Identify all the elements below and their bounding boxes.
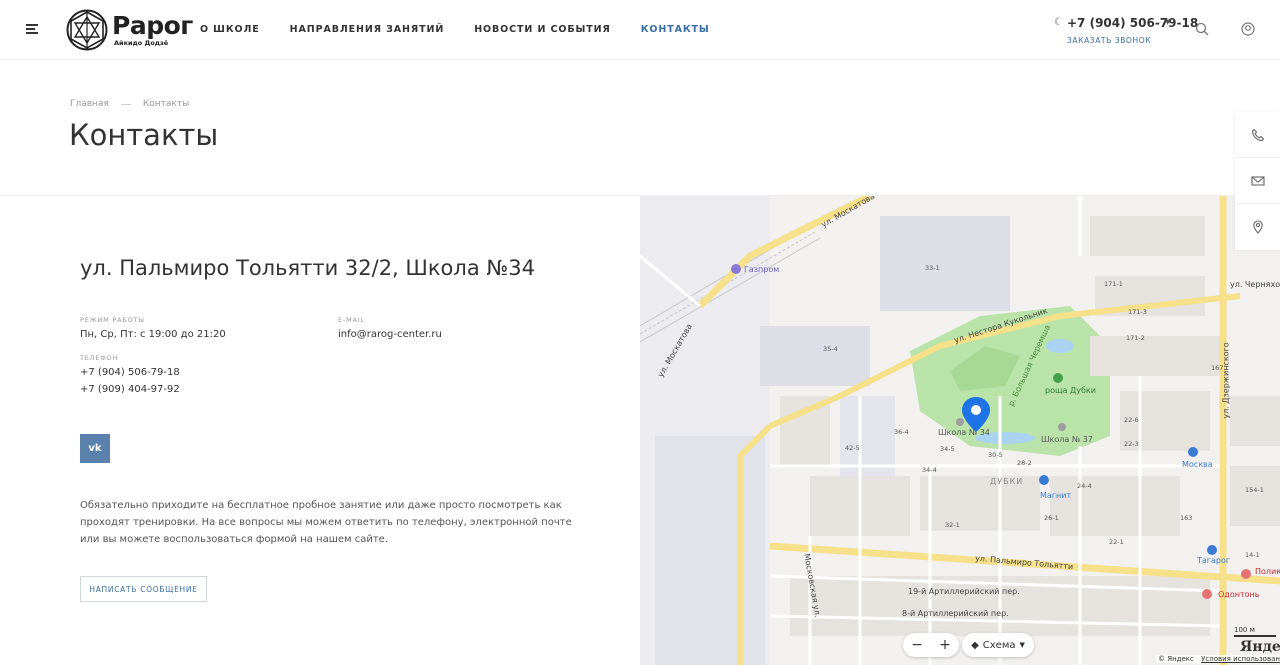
map[interactable]: ул. Москатова ул. Москатова ул. Нестора … (640, 196, 1280, 665)
logo-subtitle: Айкидо Додзё (114, 39, 169, 47)
email-link[interactable]: info@rarog-center.ru (338, 329, 442, 340)
poi-gazprom[interactable]: Газпром (744, 265, 779, 274)
user-icon[interactable] (1241, 22, 1255, 36)
street-artill2: 8-й Артиллерийский пер. (902, 609, 1009, 618)
district-dubki: ДУБКИ (990, 477, 1024, 486)
house-label: 30-5 (988, 451, 1003, 459)
phone-link-1[interactable]: +7 (904) 506-79-18 (80, 367, 180, 378)
poi-moskva[interactable]: Москва (1182, 460, 1213, 469)
phone-link-2[interactable]: +7 (909) 404-97-92 (80, 384, 180, 395)
breadcrumb-current: Контакты (142, 99, 190, 109)
zoom-control: − + (903, 633, 959, 657)
poi-magnit[interactable]: Магнит (1040, 491, 1071, 500)
house-label: 22-6 (1124, 416, 1139, 424)
house-label: 36-4 (894, 428, 909, 436)
side-location-button[interactable] (1235, 204, 1280, 250)
header-phone[interactable]: +7 (904) 506-79-18 (1067, 16, 1198, 30)
email-label: E-MAIL (338, 316, 365, 324)
house-label: 171-3 (1128, 308, 1147, 316)
house-label: 154-1 (1245, 486, 1264, 494)
house-label: 33-1 (925, 264, 940, 272)
map-scale-label: 100 м (1234, 626, 1255, 634)
logo-emblem-icon (66, 9, 108, 51)
house-label: 14-1 (1245, 551, 1260, 559)
vk-button[interactable]: vk (80, 434, 110, 463)
phone-label: ТЕЛЕФОН (80, 354, 119, 362)
zoom-out-button[interactable]: − (911, 637, 923, 653)
nav-item-news[interactable]: Новости и события (474, 24, 611, 35)
layers-icon: ◆ (971, 639, 979, 651)
side-phone-button[interactable] (1235, 112, 1280, 158)
hours-value: Пн, Ср, Пт: с 19:00 до 21:20 (80, 329, 226, 340)
info-note: Обязательно приходите на бесплатное проб… (80, 500, 572, 545)
map-layer-button[interactable]: ◆ Схема ▼ (962, 633, 1034, 657)
house-label: 22-3 (1124, 440, 1139, 448)
poi-poli[interactable]: Полик (1255, 567, 1280, 576)
callback-link[interactable]: ЗАКАЗАТЬ ЗВОНОК (1067, 36, 1151, 45)
map-layer-label: Схема (982, 639, 1016, 651)
map-copyright-text: © Яндекс (1158, 655, 1194, 663)
nav-item-about[interactable]: О школе (200, 24, 260, 35)
zoom-in-button[interactable]: + (939, 637, 951, 653)
yandex-logo[interactable]: Яндекс (1240, 639, 1280, 655)
map-copyright: © Яндекс Условия использования (1156, 655, 1280, 663)
poi-odontone[interactable]: Одонтонь (1218, 590, 1259, 599)
poi-school37[interactable]: Школа № 37 (1041, 435, 1093, 444)
house-label: 28-2 (1017, 459, 1032, 467)
house-label: 163 (1180, 514, 1193, 522)
house-label: 35-4 (823, 345, 838, 353)
house-label: 171-1 (1104, 280, 1123, 288)
main-nav: О школе Направления занятий Новости и со… (200, 24, 740, 35)
menu-burger-icon[interactable] (26, 24, 38, 34)
vk-icon: vk (88, 443, 102, 454)
search-icon[interactable] (1195, 22, 1209, 36)
house-label: 34-5 (940, 445, 955, 453)
mail-icon (1250, 175, 1265, 186)
phone-icon (1251, 128, 1264, 141)
house-label: 24-4 (1077, 482, 1092, 490)
chevron-down-icon: ▼ (1019, 641, 1025, 649)
street-dzerzhinskogo: ул. Дзержинского (1221, 342, 1231, 419)
side-email-button[interactable] (1235, 158, 1280, 204)
write-message-button[interactable]: НАПИСАТЬ СООБЩЕНИЕ (80, 576, 207, 602)
location-icon (1252, 220, 1263, 234)
poi-tagarog[interactable]: Тагарог (1197, 556, 1230, 565)
map-terms-link[interactable]: Условия использования (1201, 655, 1280, 663)
poi-roshcha[interactable]: роща Дубки (1045, 386, 1096, 395)
house-label: 42-5 (845, 444, 860, 452)
logo-name: Рарог (112, 11, 193, 40)
poi-school34[interactable]: Школа № 34 (938, 428, 990, 437)
hours-label: РЕЖИМ РАБОТЫ (80, 316, 145, 324)
house-label: 22-1 (1109, 538, 1124, 546)
page-title: Контакты (69, 118, 219, 152)
side-contact-widget (1235, 112, 1280, 250)
address-heading: ул. Пальмиро Тольятти 32/2, Школа №34 (80, 256, 535, 280)
nav-item-contacts[interactable]: Контакты (641, 24, 710, 35)
chevron-down-icon[interactable]: ▼ (1165, 18, 1170, 26)
logo[interactable]: Рарог Айкидо Додзё (66, 9, 193, 51)
nav-item-directions[interactable]: Направления занятий (290, 24, 445, 35)
house-label: 26-1 (1044, 514, 1059, 522)
street-chernyakhovsky: ул. Черняховск (1230, 280, 1280, 289)
breadcrumb-separator (120, 103, 131, 105)
house-label: 32-1 (945, 521, 960, 529)
house-label: 167 (1211, 364, 1224, 372)
phone-icon: ☾ (1054, 17, 1063, 28)
map-scale-bar (1234, 635, 1276, 637)
site-header: Рарог Айкидо Додзё О школе Направления з… (0, 0, 1280, 60)
breadcrumb-home[interactable]: Главная (70, 99, 109, 109)
street-artill: 19-й Артиллерийский пер. (908, 587, 1020, 596)
breadcrumb: Главная Контакты (70, 99, 189, 109)
house-label: 171-2 (1126, 334, 1145, 342)
house-label: 34-4 (922, 466, 937, 474)
